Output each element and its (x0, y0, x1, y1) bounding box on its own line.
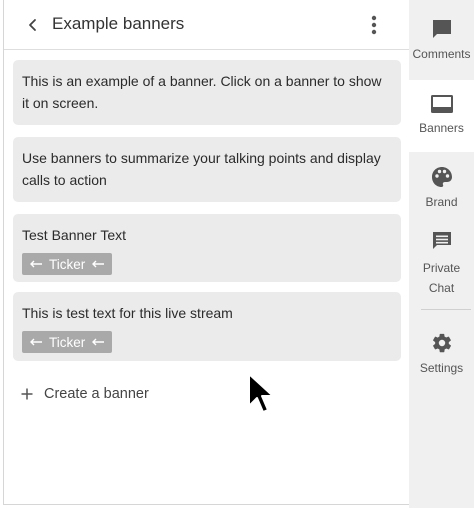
banner-text: This is test text for this live stream (22, 305, 233, 321)
banner-card[interactable]: This is test text for this live stream T… (13, 292, 401, 361)
banner-card[interactable]: Use banners to summarize your talking po… (13, 137, 401, 202)
sidebar-item-label: Brand (425, 195, 458, 209)
ticker-badge: Ticker (22, 331, 113, 353)
sidebar-item-comments[interactable]: Comments (409, 18, 474, 73)
arrow-left-icon (30, 338, 42, 346)
panel-header: Example banners (4, 0, 409, 50)
chat-icon (432, 232, 451, 249)
sidebar-divider (421, 309, 471, 310)
gear-icon (432, 333, 451, 353)
comment-icon (432, 20, 451, 38)
banner-card[interactable]: Test Banner Text Ticker (13, 214, 401, 282)
ticker-badge: Ticker (22, 253, 113, 275)
banner-text: This is an example of a banner. Click on… (22, 73, 382, 111)
right-sidebar: Comments Banners Brand Private Chat Sett… (409, 0, 474, 508)
banner-card[interactable]: This is an example of a banner. Click on… (13, 60, 401, 125)
sidebar-item-label: Chat (428, 281, 455, 295)
ticker-label: Ticker (49, 334, 86, 350)
sidebar-item-brand[interactable]: Brand (409, 166, 474, 216)
banner-text: Test Banner Text (22, 227, 127, 243)
back-button[interactable] (22, 13, 44, 37)
banner-text: Use banners to summarize your talking po… (22, 150, 381, 188)
ticker-label: Ticker (49, 256, 86, 272)
banner-icon (430, 95, 453, 113)
sidebar-item-label: Settings (419, 361, 464, 375)
mouse-cursor-icon (248, 373, 274, 413)
arrow-left-icon (92, 338, 105, 346)
create-banner-button[interactable]: Create a banner (21, 383, 149, 405)
more-vertical-icon (371, 15, 377, 35)
plus-icon (21, 388, 33, 400)
page-title: Example banners (52, 14, 185, 33)
create-banner-label: Create a banner (44, 386, 149, 402)
sidebar-item-private-chat[interactable]: Private Chat (409, 230, 474, 300)
more-options-button[interactable] (362, 12, 386, 38)
arrow-left-icon (92, 260, 105, 268)
sidebar-item-label: Banners (419, 121, 464, 135)
sidebar-item-banners[interactable]: Banners (409, 80, 474, 152)
sidebar-item-label: Comments (412, 47, 471, 61)
chevron-left-icon (29, 19, 36, 31)
arrow-left-icon (30, 260, 42, 268)
banners-panel: Example banners This is an example of a … (3, 0, 409, 505)
palette-icon (431, 167, 452, 187)
sidebar-item-settings[interactable]: Settings (409, 332, 474, 382)
sidebar-item-label: Private (422, 261, 461, 275)
